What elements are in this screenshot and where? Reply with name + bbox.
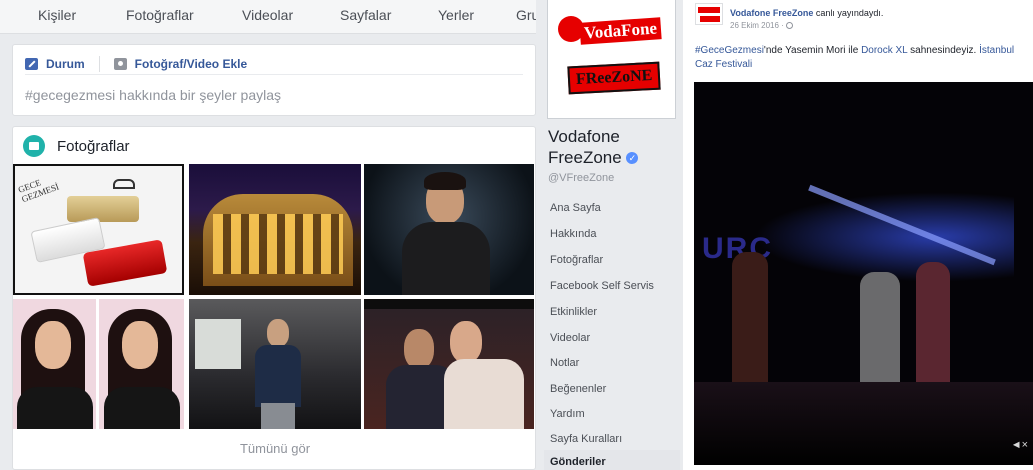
sidebar-item-gonderiler[interactable]: Gönderiler bbox=[550, 456, 606, 468]
photo-video-button[interactable]: Fotoğraf/Video Ekle bbox=[135, 57, 247, 71]
tab-fotograflar[interactable]: Fotoğraflar bbox=[126, 7, 194, 23]
divider bbox=[98, 56, 100, 72]
sidebar-item-yardim[interactable]: Yardım bbox=[550, 408, 585, 420]
page-profile-picture[interactable]: VodaFone FReeZoNE bbox=[548, 0, 675, 118]
post-author-link[interactable]: Vodafone FreeZone bbox=[730, 8, 813, 18]
photos-icon bbox=[23, 135, 45, 157]
sidebar-item-ana-sayfa[interactable]: Ana Sayfa bbox=[550, 202, 601, 214]
logo-vodafone-text: VodaFone bbox=[579, 17, 662, 45]
logo-box: VodaFone FReeZoNE bbox=[550, 2, 673, 116]
photo-toolbar bbox=[364, 299, 534, 309]
page-name-text: Vodafone FreeZone bbox=[548, 127, 622, 167]
performer-singer bbox=[916, 262, 950, 392]
woman-left-face bbox=[35, 321, 71, 369]
page-name[interactable]: Vodafone FreeZone ✓ bbox=[548, 126, 680, 168]
sidebar-item-notlar[interactable]: Notlar bbox=[550, 357, 579, 369]
post-text-part2: sahnesindeyiz. bbox=[907, 45, 980, 56]
photo-women-hug[interactable] bbox=[364, 299, 534, 429]
verified-badge-icon: ✓ bbox=[626, 152, 639, 164]
page-sidebar: VodaFone FReeZoNE Vodafone FreeZone ✓ @V… bbox=[536, 0, 682, 470]
hug-left-face bbox=[404, 329, 434, 369]
bag-clasp bbox=[113, 179, 135, 189]
photos-card: Fotoğraflar GECE GEZMESİ Tümünü gör bbox=[12, 126, 536, 470]
bus bbox=[195, 319, 241, 369]
mute-icon[interactable]: ◄× bbox=[1011, 439, 1028, 451]
performer-center bbox=[860, 272, 900, 392]
sidebar-item-sayfa-kurallari[interactable]: Sayfa Kuralları bbox=[550, 433, 622, 445]
sidebar-item-hakkinda[interactable]: Hakkında bbox=[550, 228, 596, 240]
gece-gezmesi-logo: GECE GEZMESİ bbox=[16, 177, 61, 205]
sidebar-item-self-servis[interactable]: Facebook Self Servis bbox=[550, 280, 654, 292]
avatar-logo-red bbox=[698, 7, 720, 13]
photo-bags[interactable]: GECE GEZMESİ bbox=[13, 164, 184, 295]
bag-gold bbox=[67, 196, 139, 222]
photo-two-women[interactable] bbox=[13, 299, 184, 429]
colosseum-arches bbox=[213, 214, 343, 274]
sidebar-item-videolar[interactable]: Videolar bbox=[550, 332, 590, 344]
photo-man-night[interactable] bbox=[364, 164, 534, 295]
composer-actions: Durum Fotoğraf/Video Ekle bbox=[25, 54, 247, 74]
pencil-icon bbox=[25, 58, 38, 70]
live-video-player[interactable]: URC ◄× bbox=[694, 82, 1033, 465]
woman-right-face bbox=[122, 321, 158, 369]
hug-right-face bbox=[450, 321, 482, 363]
composer-input[interactable]: #gecegezmesi hakkında bir şeyler paylaş bbox=[25, 87, 281, 103]
tab-gruplar[interactable]: Gru bbox=[516, 7, 536, 23]
logo-freezone-text: FReeZoNE bbox=[567, 61, 662, 95]
see-all-link[interactable]: Tümünü gör bbox=[13, 441, 535, 456]
woman-right-jacket bbox=[104, 387, 180, 429]
tab-kisiler[interactable]: Kişiler bbox=[38, 7, 76, 23]
post-header: Vodafone FreeZone canlı yayındaydı. bbox=[730, 8, 883, 18]
man-hair bbox=[424, 172, 466, 190]
avatar-logo-red-2 bbox=[700, 16, 720, 22]
man-street-head bbox=[267, 319, 289, 347]
status-tab[interactable]: Durum bbox=[46, 57, 85, 71]
dorock-link[interactable]: Dorock XL bbox=[861, 45, 907, 56]
post-composer: Durum Fotoğraf/Video Ekle #gecegezmesi h… bbox=[12, 44, 536, 116]
man-street-legs bbox=[261, 403, 295, 429]
photo-man-street[interactable] bbox=[189, 299, 361, 429]
live-video-post: Vodafone FreeZone canlı yayındaydı. 26 E… bbox=[683, 0, 1033, 470]
post-author-avatar[interactable] bbox=[695, 3, 723, 25]
performer-left bbox=[732, 252, 768, 402]
page-handle[interactable]: @VFreeZone bbox=[548, 172, 614, 184]
sidebar-item-begenenler[interactable]: Beğenenler bbox=[550, 383, 606, 395]
globe-icon bbox=[786, 22, 794, 29]
section-tabs: Kişiler Fotoğraflar Videolar Sayfalar Ye… bbox=[0, 0, 536, 34]
stage-floor bbox=[694, 382, 1033, 465]
tab-sayfalar[interactable]: Sayfalar bbox=[340, 7, 391, 23]
man-street-body bbox=[255, 345, 301, 407]
hug-right-body bbox=[444, 359, 524, 429]
post-timestamp[interactable]: 26 Ekim 2016 · bbox=[730, 21, 794, 30]
photos-header: Fotoğraflar bbox=[23, 135, 130, 157]
hashtag-link[interactable]: #GeceGezmesi bbox=[695, 45, 764, 56]
post-action-text: canlı yayındaydı. bbox=[813, 8, 884, 18]
tab-yerler[interactable]: Yerler bbox=[438, 7, 474, 23]
panel-divider bbox=[96, 299, 99, 429]
camera-icon bbox=[113, 58, 127, 70]
post-date-text: 26 Ekim 2016 · bbox=[730, 21, 787, 30]
tab-videolar[interactable]: Videolar bbox=[242, 7, 293, 23]
woman-left-jacket bbox=[17, 387, 93, 429]
divider bbox=[25, 74, 523, 75]
photo-colosseum[interactable] bbox=[189, 164, 361, 295]
stage-light-blue bbox=[754, 192, 1014, 282]
man-body bbox=[402, 222, 490, 295]
photos-title[interactable]: Fotoğraflar bbox=[57, 138, 130, 155]
post-text: #GeceGezmesi'nde Yasemin Mori ile Dorock… bbox=[695, 44, 1031, 72]
sidebar-item-etkinlikler[interactable]: Etkinlikler bbox=[550, 306, 597, 318]
sidebar-item-fotograflar[interactable]: Fotoğraflar bbox=[550, 254, 603, 266]
post-text-part1: 'nde Yasemin Mori ile bbox=[763, 45, 862, 56]
